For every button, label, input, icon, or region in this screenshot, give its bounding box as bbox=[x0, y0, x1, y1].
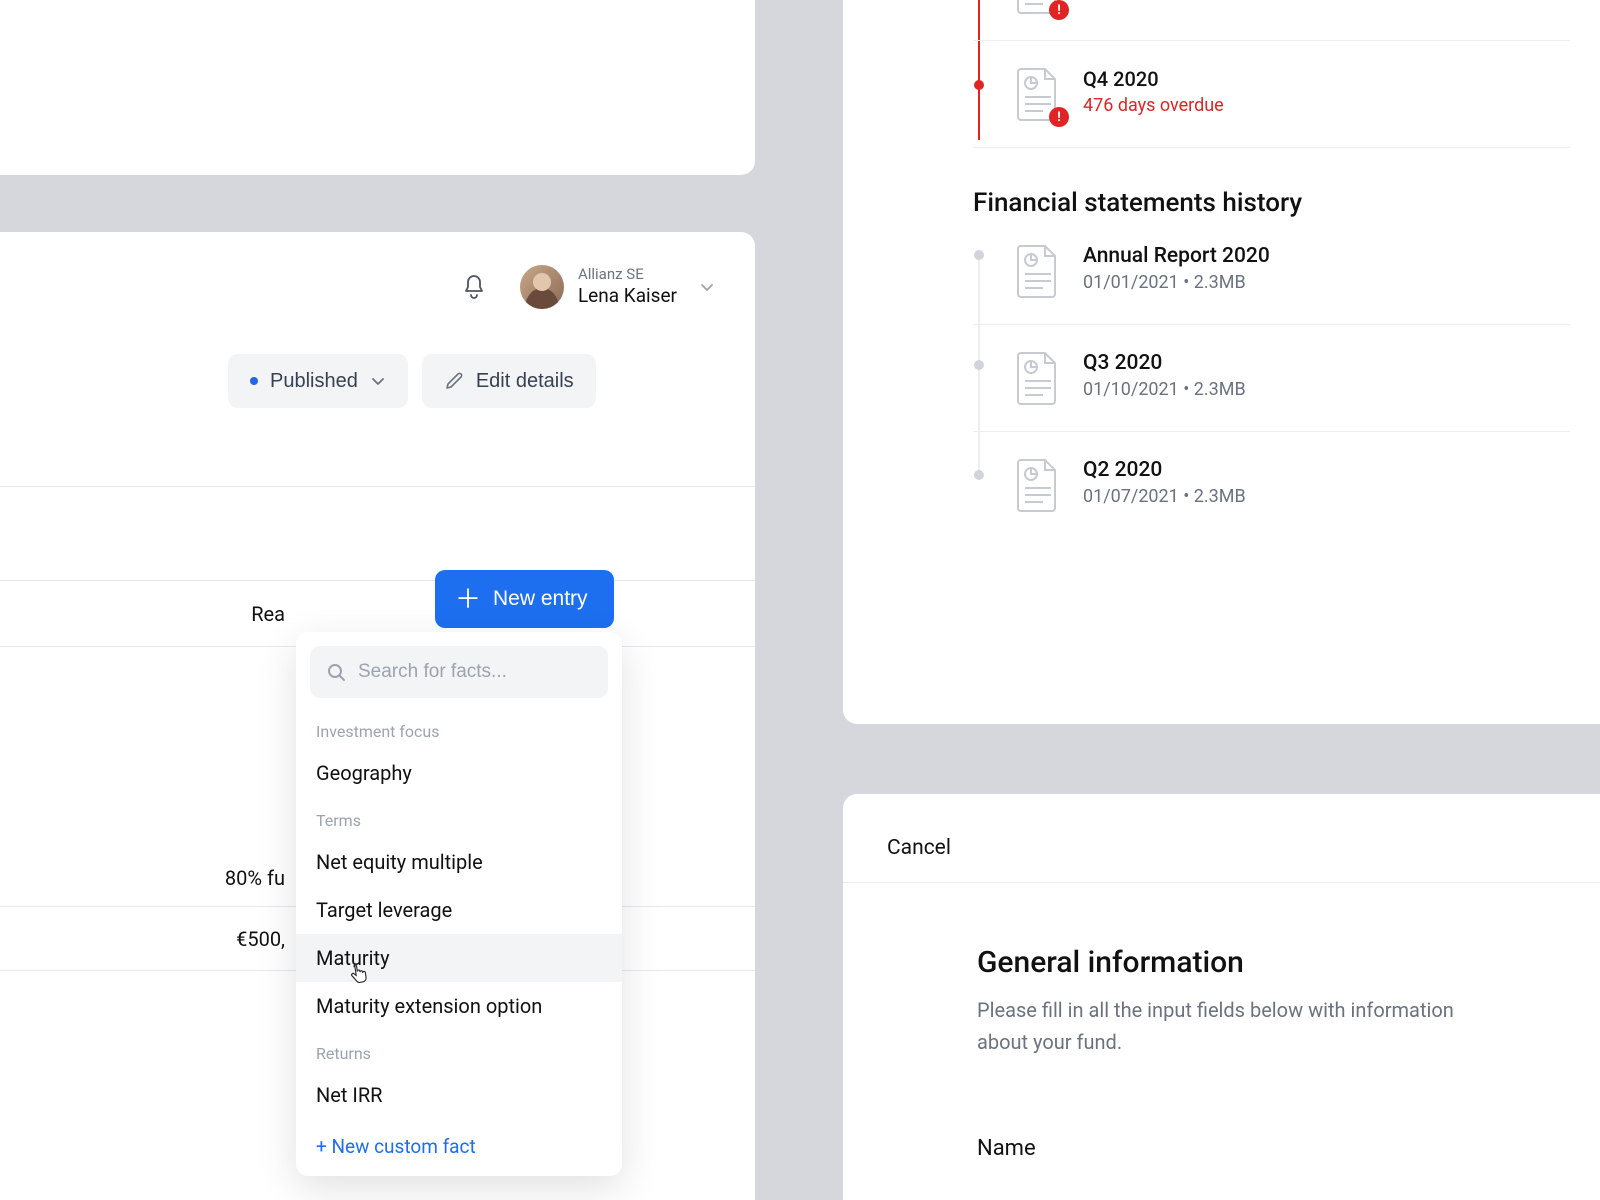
plus-icon: ＋ bbox=[455, 586, 481, 612]
dropdown-item-maturity[interactable]: Maturity bbox=[296, 934, 622, 982]
document-icon: ! bbox=[1017, 67, 1061, 121]
timeline-overdue-sub: 476 days overdue bbox=[1083, 95, 1224, 116]
dropdown-item-net-irr[interactable]: Net IRR bbox=[296, 1071, 622, 1119]
pencil-icon bbox=[444, 371, 464, 391]
form-heading: General information bbox=[977, 945, 1556, 980]
chevron-down-icon bbox=[370, 373, 386, 389]
history-item-meta: 01/07/2021 • 2.3MB bbox=[1083, 486, 1246, 507]
history-item-title: Q2 2020 bbox=[1083, 458, 1246, 482]
published-label: Published bbox=[270, 370, 358, 393]
timeline-item-overdue[interactable]: ! 218 days overdue bbox=[973, 0, 1570, 41]
new-custom-fact-link[interactable]: + New custom fact bbox=[296, 1119, 622, 1158]
table-row bbox=[0, 487, 755, 581]
panel-top-left bbox=[0, 0, 755, 175]
history-item[interactable]: Q2 2020 01/07/2021 • 2.3MB bbox=[973, 458, 1570, 538]
edit-details-label: Edit details bbox=[476, 370, 574, 393]
document-icon: ! bbox=[1017, 0, 1061, 14]
alert-badge-icon: ! bbox=[1049, 0, 1069, 20]
dropdown-group-label: Investment focus bbox=[296, 708, 622, 749]
panel-timeline: ! 218 days overdue ! Q4 2020 476 days ov… bbox=[843, 0, 1600, 724]
history-list: Annual Report 2020 01/01/2021 • 2.3MB Q3… bbox=[973, 244, 1600, 538]
history-item-title: Q3 2020 bbox=[1083, 351, 1246, 375]
edit-details-button[interactable]: Edit details bbox=[422, 354, 596, 408]
published-status-button[interactable]: Published bbox=[228, 354, 408, 408]
dropdown-item-geography[interactable]: Geography bbox=[296, 749, 622, 797]
document-icon bbox=[1017, 244, 1061, 298]
history-item-meta: 01/01/2021 • 2.3MB bbox=[1083, 272, 1270, 293]
chevron-down-icon bbox=[699, 279, 715, 295]
header-bar: Allianz SE Lena Kaiser bbox=[0, 232, 755, 342]
dropdown-group-label: Terms bbox=[296, 797, 622, 838]
new-entry-button[interactable]: ＋ New entry bbox=[435, 570, 614, 628]
search-input[interactable] bbox=[358, 661, 603, 683]
facts-dropdown: Investment focus Geography Terms Net equ… bbox=[296, 632, 622, 1176]
cursor-icon bbox=[349, 963, 370, 985]
avatar bbox=[520, 265, 564, 309]
user-org: Allianz SE bbox=[578, 265, 677, 285]
document-icon bbox=[1017, 458, 1061, 512]
panel-main-left: Allianz SE Lena Kaiser Published Edit de… bbox=[0, 232, 755, 1200]
new-entry-label: New entry bbox=[493, 587, 588, 611]
history-item[interactable]: Q3 2020 01/10/2021 • 2.3MB bbox=[973, 351, 1570, 432]
document-icon bbox=[1017, 351, 1061, 405]
dropdown-item-target-leverage[interactable]: Target leverage bbox=[296, 886, 622, 934]
search-icon bbox=[326, 662, 346, 682]
history-item-title: Annual Report 2020 bbox=[1083, 244, 1270, 268]
cell-partial: 80% fu bbox=[225, 866, 285, 890]
history-item-meta: 01/10/2021 • 2.3MB bbox=[1083, 379, 1246, 400]
dropdown-item-maturity-extension[interactable]: Maturity extension option bbox=[296, 982, 622, 1030]
user-name: Lena Kaiser bbox=[578, 284, 677, 309]
panel-form: Cancel General information Please fill i… bbox=[843, 794, 1600, 1200]
form-description: Please fill in all the input fields belo… bbox=[977, 994, 1497, 1058]
notifications-icon[interactable] bbox=[456, 269, 492, 305]
name-field-label: Name bbox=[977, 1136, 1556, 1161]
cell-partial: Rea bbox=[251, 602, 285, 626]
history-item[interactable]: Annual Report 2020 01/01/2021 • 2.3MB bbox=[973, 244, 1570, 325]
timeline-item-overdue[interactable]: ! Q4 2020 476 days overdue bbox=[973, 67, 1570, 148]
dropdown-group-label: Returns bbox=[296, 1030, 622, 1071]
alert-badge-icon: ! bbox=[1049, 107, 1069, 127]
search-input-wrap[interactable] bbox=[310, 646, 608, 698]
actions-row: Published Edit details bbox=[0, 354, 755, 408]
timeline-item-title: Q4 2020 bbox=[1083, 67, 1224, 91]
cell-partial: €500, bbox=[236, 927, 285, 951]
history-heading: Financial statements history bbox=[973, 188, 1600, 218]
status-dot-icon bbox=[250, 377, 258, 385]
cancel-button[interactable]: Cancel bbox=[843, 794, 1600, 883]
user-menu[interactable]: Allianz SE Lena Kaiser bbox=[520, 265, 715, 309]
dropdown-item-net-equity-multiple[interactable]: Net equity multiple bbox=[296, 838, 622, 886]
